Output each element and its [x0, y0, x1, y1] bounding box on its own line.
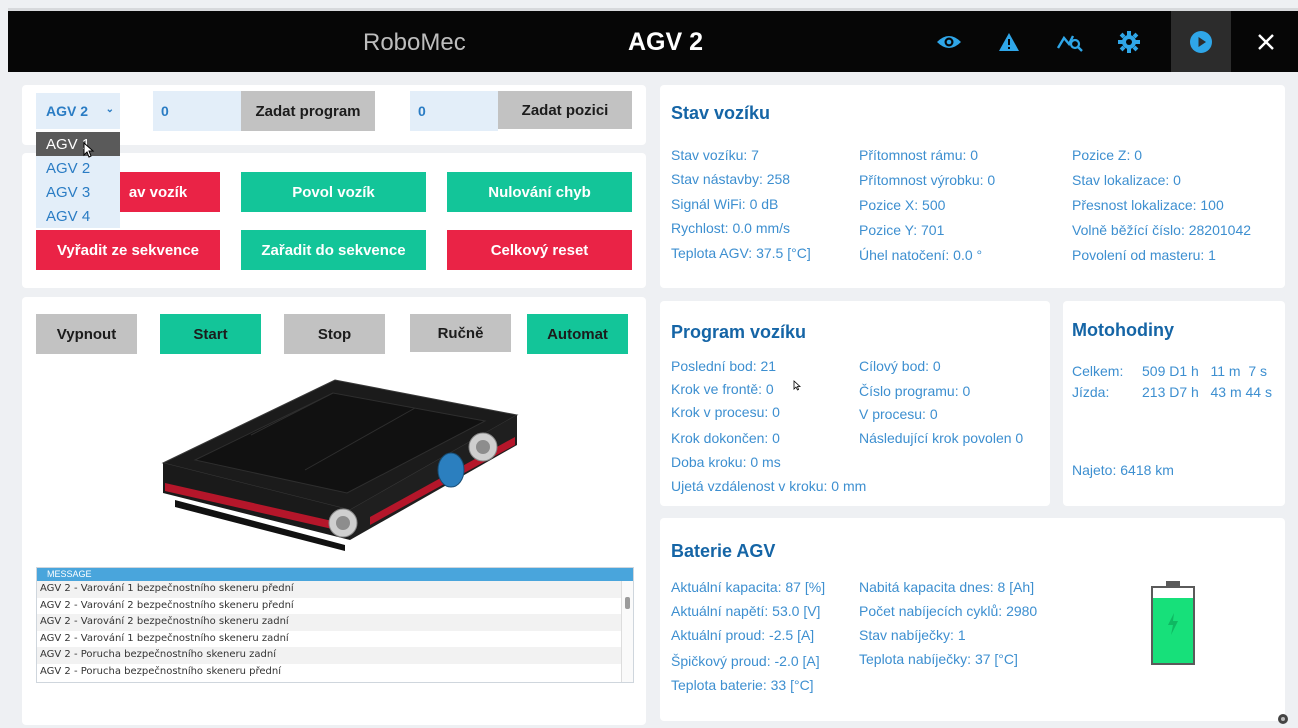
log-header: MESSAGE — [37, 568, 633, 581]
app-name: RoboMec — [363, 29, 466, 56]
battery-value: Aktuální kapacita: 87 [%] — [671, 579, 826, 595]
status-value: Pozice X: 500 — [859, 197, 946, 213]
remove-from-sequence-button[interactable]: Vyřadit ze sekvence — [36, 230, 220, 270]
log-row[interactable]: AGV 2 - Varování 2 bezpečnostního skener… — [37, 598, 633, 615]
status-value: Pozice Y: 701 — [859, 222, 945, 238]
status-value: Stav nástavby: 258 — [671, 171, 791, 187]
status-value: Stav lokalizace: 0 — [1072, 172, 1181, 188]
motohours-drive-value: 213 D7 h 43 m 44 s — [1142, 384, 1272, 400]
warning-icon[interactable] — [992, 25, 1026, 59]
log-row[interactable]: AGV 2 - Varování 1 bezpečnostního skener… — [37, 631, 633, 648]
battery-value: Stav nabíječky: 1 — [859, 627, 966, 643]
log-row[interactable]: AGV 2 - Porucha bezpečnostního skeneru z… — [37, 647, 633, 664]
mode-off-button[interactable]: Vypnout — [36, 314, 137, 354]
play-icon[interactable] — [1184, 25, 1218, 59]
set-program-button[interactable]: Zadat program — [241, 91, 375, 131]
program-value: Následující krok povolen 0 — [859, 430, 1024, 446]
status-value: Přítomnost výrobku: 0 — [859, 172, 996, 188]
battery-value: Špičkový proud: -2.0 [A] — [671, 653, 820, 669]
top-bar: RoboMec AGV 2 — [8, 8, 1298, 72]
status-value: Stav vozíku: 7 — [671, 147, 759, 163]
agv-robot-image — [161, 379, 519, 551]
distance-driven: Najeto: 6418 km — [1072, 462, 1174, 478]
message-log: MESSAGE AGV 2 - Varování 1 bezpečnostníh… — [36, 567, 634, 683]
program-value: Cílový bod: 0 — [859, 358, 941, 374]
agv-select-value: AGV 2 — [46, 103, 89, 119]
log-scrollbar[interactable] — [621, 581, 633, 682]
program-value: V procesu: 0 — [859, 406, 938, 422]
battery-value: Teplota baterie: 33 [°C] — [671, 677, 814, 693]
program-value: Číslo programu: 0 — [859, 383, 971, 399]
battery-value: Aktuální proud: -2.5 [A] — [671, 627, 815, 643]
page-title: AGV 2 — [628, 28, 704, 56]
log-scrollbar-thumb[interactable] — [625, 597, 630, 609]
close-icon[interactable] — [1249, 25, 1283, 59]
mode-manual-button[interactable]: Ručně — [410, 314, 511, 352]
program-value: Doba kroku: 0 ms — [671, 454, 781, 470]
agv-dropdown-list: AGV 1 AGV 2 AGV 3 AGV 4 — [36, 132, 120, 228]
program-title: Program vozíku — [671, 322, 807, 342]
program-value: Krok ve frontě: 0 — [671, 381, 774, 397]
dropdown-option-agv-2[interactable]: AGV 2 — [36, 156, 120, 180]
program-value: Krok dokončen: 0 — [671, 430, 780, 446]
chart-icon[interactable] — [1053, 25, 1087, 59]
add-to-sequence-button[interactable]: Zařadit do sekvence — [241, 230, 426, 270]
mode-automat-button[interactable]: Automat — [527, 314, 628, 354]
log-row[interactable]: AGV 2 - Varování 2 bezpečnostního skener… — [37, 614, 633, 631]
chevron-down-icon: ⌄ — [105, 104, 114, 115]
program-value: Krok v procesu: 0 — [671, 404, 780, 420]
log-rows: AGV 2 - Varování 1 bezpečnostního skener… — [37, 581, 633, 680]
program-input[interactable]: 0 — [153, 91, 241, 131]
agv-select[interactable]: AGV 2 ⌄ — [36, 93, 120, 129]
status-value: Přesnost lokalizace: 100 — [1072, 197, 1224, 213]
mode-start-button[interactable]: Start — [160, 314, 261, 354]
motohours-title: Motohodiny — [1072, 320, 1174, 340]
battery-value: Aktuální napětí: 53.0 [V] — [671, 603, 821, 619]
motohours-total-label: Celkem: — [1072, 363, 1124, 379]
battery-value: Počet nabíjecích cyklů: 2980 — [859, 603, 1038, 619]
motohours-drive-label: Jízda: — [1072, 384, 1110, 400]
enable-vehicle-button[interactable]: Povol vozík — [241, 172, 426, 212]
status-value: Přítomnost rámu: 0 — [859, 147, 979, 163]
total-reset-button[interactable]: Celkový reset — [447, 230, 632, 270]
dropdown-option-agv-3[interactable]: AGV 3 — [36, 180, 120, 204]
motohours-total-value: 509 D1 h 11 m 7 s — [1142, 363, 1268, 379]
program-value: Poslední bod: 21 — [671, 358, 777, 374]
status-value: Teplota AGV: 37.5 [°C] — [671, 245, 811, 261]
status-value: Pozice Z: 0 — [1072, 147, 1143, 163]
pointer-cursor-icon — [793, 380, 801, 391]
reset-errors-button[interactable]: Nulování chyb — [447, 172, 632, 212]
mouse-cursor-icon — [83, 142, 95, 158]
status-value: Rychlost: 0.0 mm/s — [671, 220, 791, 236]
battery-title: Baterie AGV — [671, 541, 776, 561]
vehicle-status-title: Stav vozíku — [671, 103, 771, 123]
mode-stop-button[interactable]: Stop — [284, 314, 385, 354]
dropdown-option-agv-4[interactable]: AGV 4 — [36, 204, 120, 228]
status-value: Signál WiFi: 0 dB — [671, 196, 779, 212]
status-value: Volně běžící číslo: 28201042 — [1072, 222, 1252, 238]
position-input[interactable]: 0 — [410, 91, 498, 131]
log-row[interactable]: AGV 2 - Varování 1 bezpečnostního skener… — [37, 581, 633, 598]
battery-value: Nabitá kapacita dnes: 8 [Ah] — [859, 579, 1035, 595]
battery-value: Teplota nabíječky: 37 [°C] — [859, 651, 1018, 667]
status-value: Úhel natočení: 0.0 ° — [859, 247, 983, 263]
gear-icon[interactable] — [1112, 25, 1146, 59]
program-value: Ujetá vzdálenost v kroku: 0 mm — [671, 478, 867, 494]
dropdown-option-agv-1[interactable]: AGV 1 — [36, 132, 120, 156]
set-position-button[interactable]: Zadat pozici — [498, 91, 632, 129]
battery-icon — [1151, 581, 1195, 665]
eye-icon[interactable] — [932, 25, 966, 59]
status-value: Povolení od masteru: 1 — [1072, 247, 1216, 263]
corner-status-icon — [1278, 714, 1288, 724]
log-row[interactable]: AGV 2 - Porucha bezpečnostního skeneru p… — [37, 664, 633, 681]
lightning-icon — [1168, 613, 1178, 635]
